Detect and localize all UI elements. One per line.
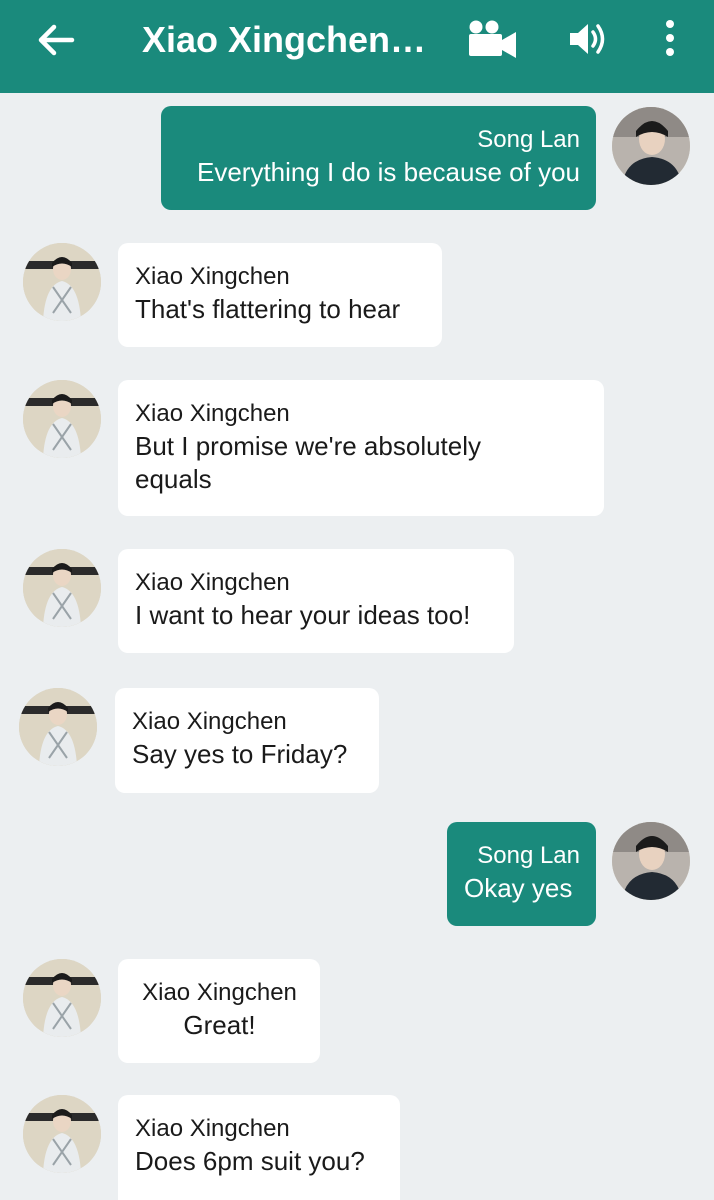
avatar-xiao-xingchen[interactable] (23, 1095, 101, 1173)
avatar-song-lan[interactable] (612, 822, 690, 900)
message-bubble-incoming[interactable]: Xiao Xingchen Great! (118, 959, 320, 1063)
avatar-xiao-xingchen[interactable] (19, 688, 97, 766)
message-text: Everything I do is because of you (196, 157, 580, 187)
message-bubble-incoming[interactable]: Xiao Xingchen That's flattering to hear (118, 243, 442, 347)
sender-name: Xiao Xingchen (132, 708, 287, 735)
message-text: Does 6pm suit you? (135, 1146, 365, 1176)
message-text: But I promise we're absolutely equals (135, 431, 482, 494)
sender-name: Xiao Xingchen (135, 569, 290, 596)
sender-name: Xiao Xingchen (135, 1115, 290, 1142)
app-header: Xiao Xingchen… (0, 0, 714, 93)
message-text: Okay yes (464, 873, 573, 903)
avatar-xiao-xingchen[interactable] (23, 243, 101, 321)
avatar-xiao-xingchen[interactable] (23, 380, 101, 458)
sender-name: Xiao Xingchen (135, 400, 290, 427)
message-text: Say yes to Friday? (132, 739, 348, 769)
avatar-song-lan[interactable] (612, 107, 690, 185)
sender-name: Xiao Xingchen (135, 263, 290, 290)
message-bubble-incoming[interactable]: Xiao Xingchen But I promise we're absolu… (118, 380, 604, 516)
back-arrow-icon[interactable] (36, 22, 76, 58)
speaker-icon[interactable] (567, 20, 609, 58)
more-vert-icon[interactable] (662, 18, 678, 58)
message-text: That's flattering to hear (135, 294, 401, 324)
sender-name: Xiao Xingchen (142, 979, 297, 1006)
avatar-xiao-xingchen[interactable] (23, 549, 101, 627)
sender-name: Song Lan (477, 126, 580, 153)
message-bubble-outgoing[interactable]: Song Lan Everything I do is because of y… (161, 106, 596, 210)
message-bubble-incoming[interactable]: Xiao Xingchen I want to hear your ideas … (118, 549, 514, 653)
message-bubble-outgoing[interactable]: Song Lan Okay yes (447, 822, 596, 926)
video-camera-icon[interactable] (466, 18, 518, 60)
avatar-xiao-xingchen[interactable] (23, 959, 101, 1037)
chat-title[interactable]: Xiao Xingchen… (142, 18, 442, 62)
sender-name: Song Lan (477, 842, 580, 869)
message-bubble-incoming[interactable]: Xiao Xingchen Does 6pm suit you? (118, 1095, 400, 1200)
message-bubble-incoming[interactable]: Xiao Xingchen Say yes to Friday? (115, 688, 379, 793)
message-text: Great! (183, 1010, 256, 1040)
message-text: I want to hear your ideas too! (135, 600, 471, 630)
